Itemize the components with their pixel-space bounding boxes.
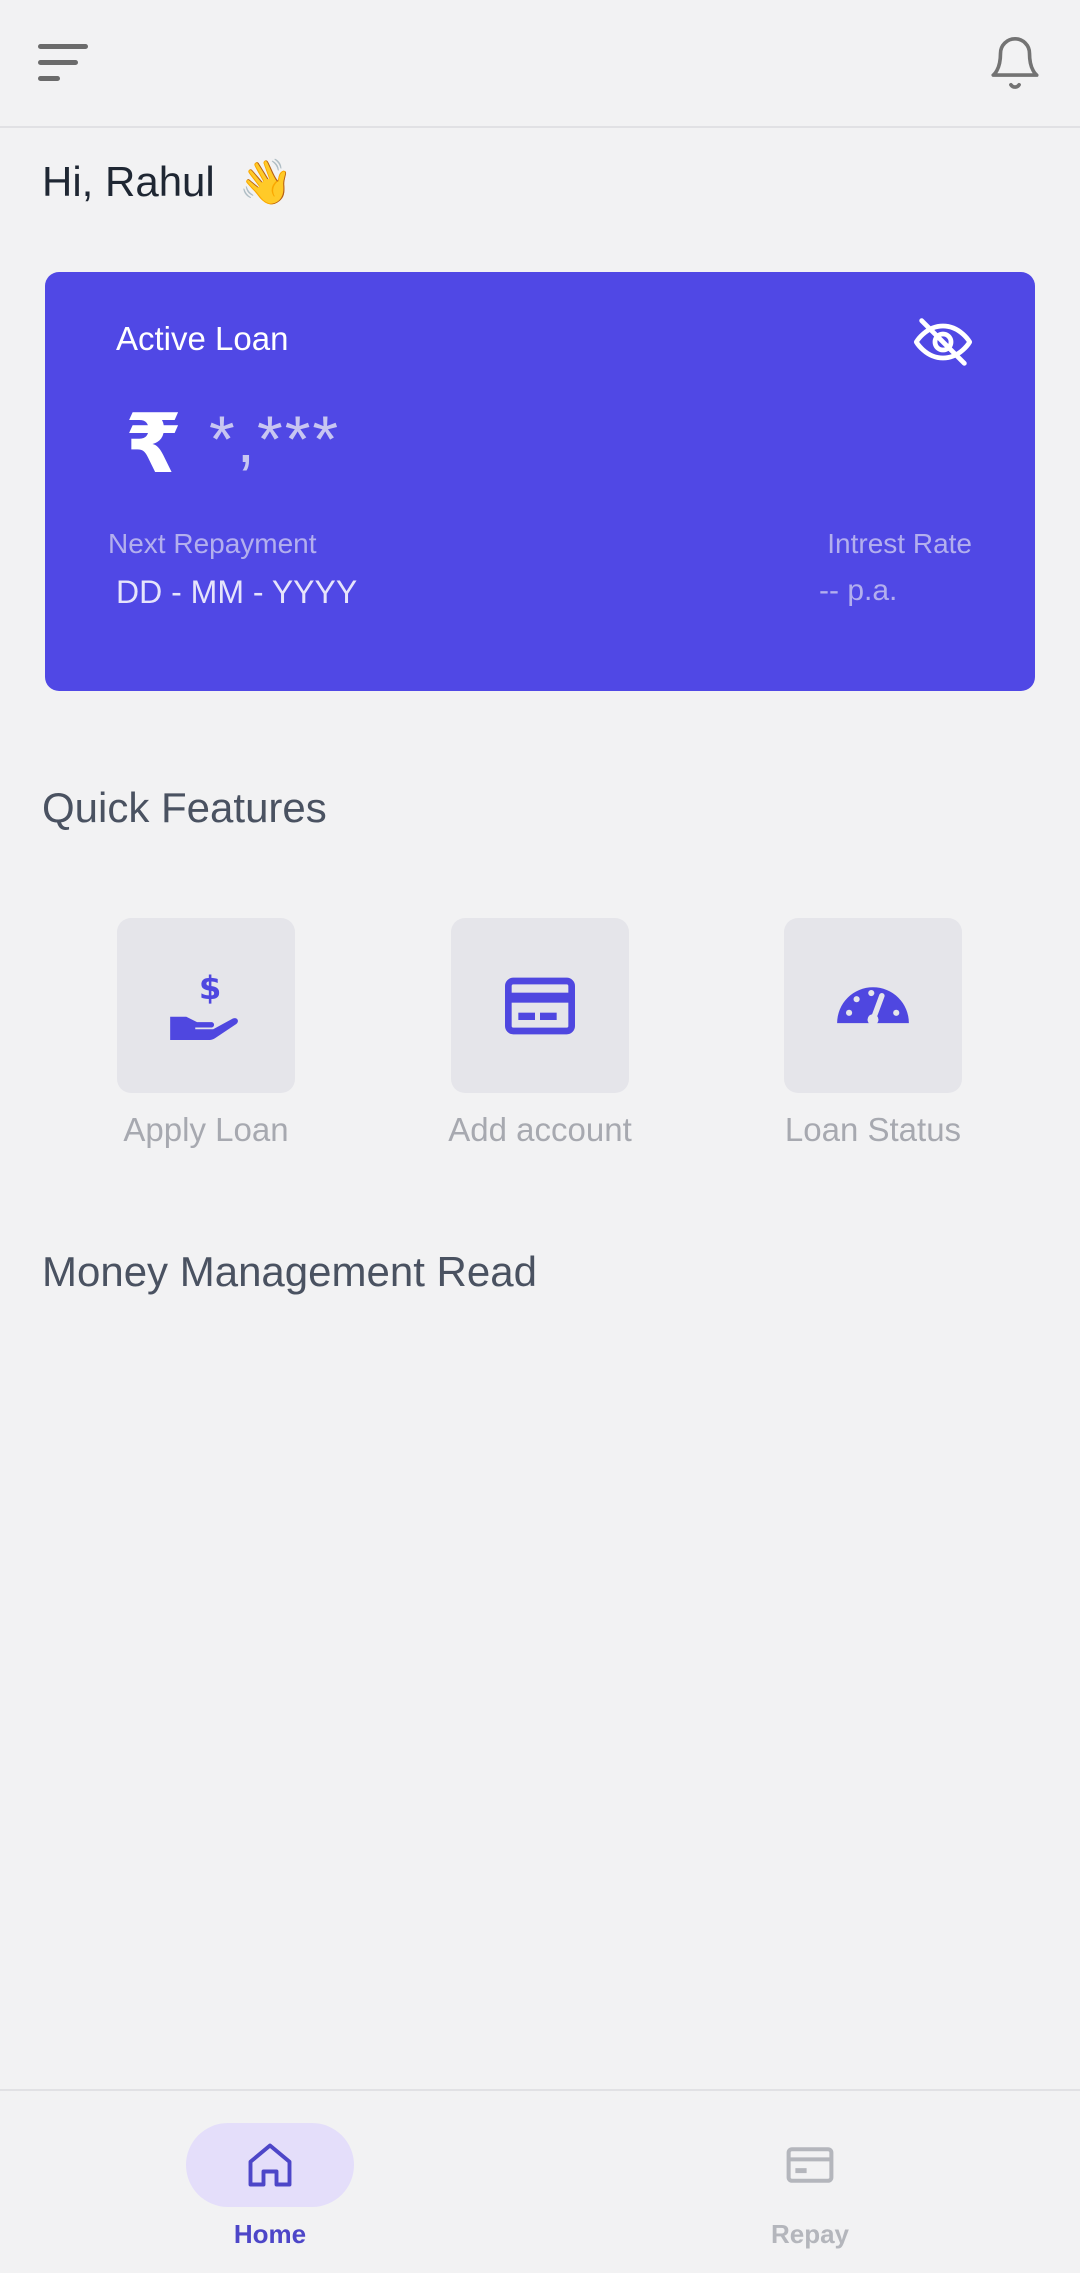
active-loan-card[interactable]: Active Loan ₹ *,*** Next Repayment DD - … [45, 272, 1035, 691]
svg-text:$: $ [199, 968, 221, 1006]
nav-repay-label: Repay [770, 2219, 850, 2249]
nav-repay-pill[interactable] [726, 2123, 894, 2207]
card-icon [786, 2147, 834, 2183]
card-title: Active Loan [116, 320, 289, 357]
eye-off-icon[interactable] [911, 310, 975, 374]
hand-dollar-icon: $ [170, 968, 238, 1040]
credit-card-icon [505, 977, 575, 1034]
bottom-nav: Home Repay [0, 2089, 1080, 2273]
top-bar [0, 0, 1080, 128]
nav-home-label: Home [233, 2219, 307, 2249]
feature-loan-status[interactable]: Loan Status [783, 918, 963, 1149]
next-repayment-label: Next Repayment [108, 528, 317, 559]
bell-icon[interactable] [986, 34, 1044, 92]
nav-home[interactable]: Home [186, 2123, 354, 2250]
feature-tile[interactable]: $ [117, 918, 295, 1093]
interest-rate-value: -- p.a. [819, 574, 898, 607]
feature-label: Loan Status [784, 1111, 962, 1148]
loan-amount: *,*** [209, 402, 341, 476]
currency-symbol: ₹ [125, 399, 183, 490]
greeting: Hi, Rahul 👋 [42, 152, 294, 212]
feature-apply-loan[interactable]: $ Apply Loan [116, 918, 296, 1149]
feature-tile[interactable] [451, 918, 629, 1093]
money-management-title: Money Management Read [42, 1248, 537, 1295]
speedometer-icon [837, 986, 909, 1025]
greeting-text: Hi, Rahul [42, 158, 215, 205]
next-repayment-value: DD - MM - YYYY [116, 574, 358, 610]
app-screen: Hi, Rahul 👋 Active Loan ₹ *,*** Next Rep… [0, 0, 1080, 2273]
nav-home-pill[interactable] [186, 2123, 354, 2207]
feature-label: Apply Loan [123, 1111, 289, 1148]
menu-icon[interactable] [38, 44, 92, 84]
interest-rate-label: Intrest Rate [827, 528, 972, 559]
quick-features-title: Quick Features [42, 784, 327, 831]
feature-add-account[interactable]: Add account [448, 918, 632, 1149]
feature-label: Add account [448, 1111, 632, 1148]
feature-tile[interactable] [784, 918, 962, 1093]
home-icon [248, 2143, 292, 2187]
wave-emoji: 👋 [238, 158, 294, 207]
nav-repay[interactable]: Repay [726, 2123, 894, 2250]
